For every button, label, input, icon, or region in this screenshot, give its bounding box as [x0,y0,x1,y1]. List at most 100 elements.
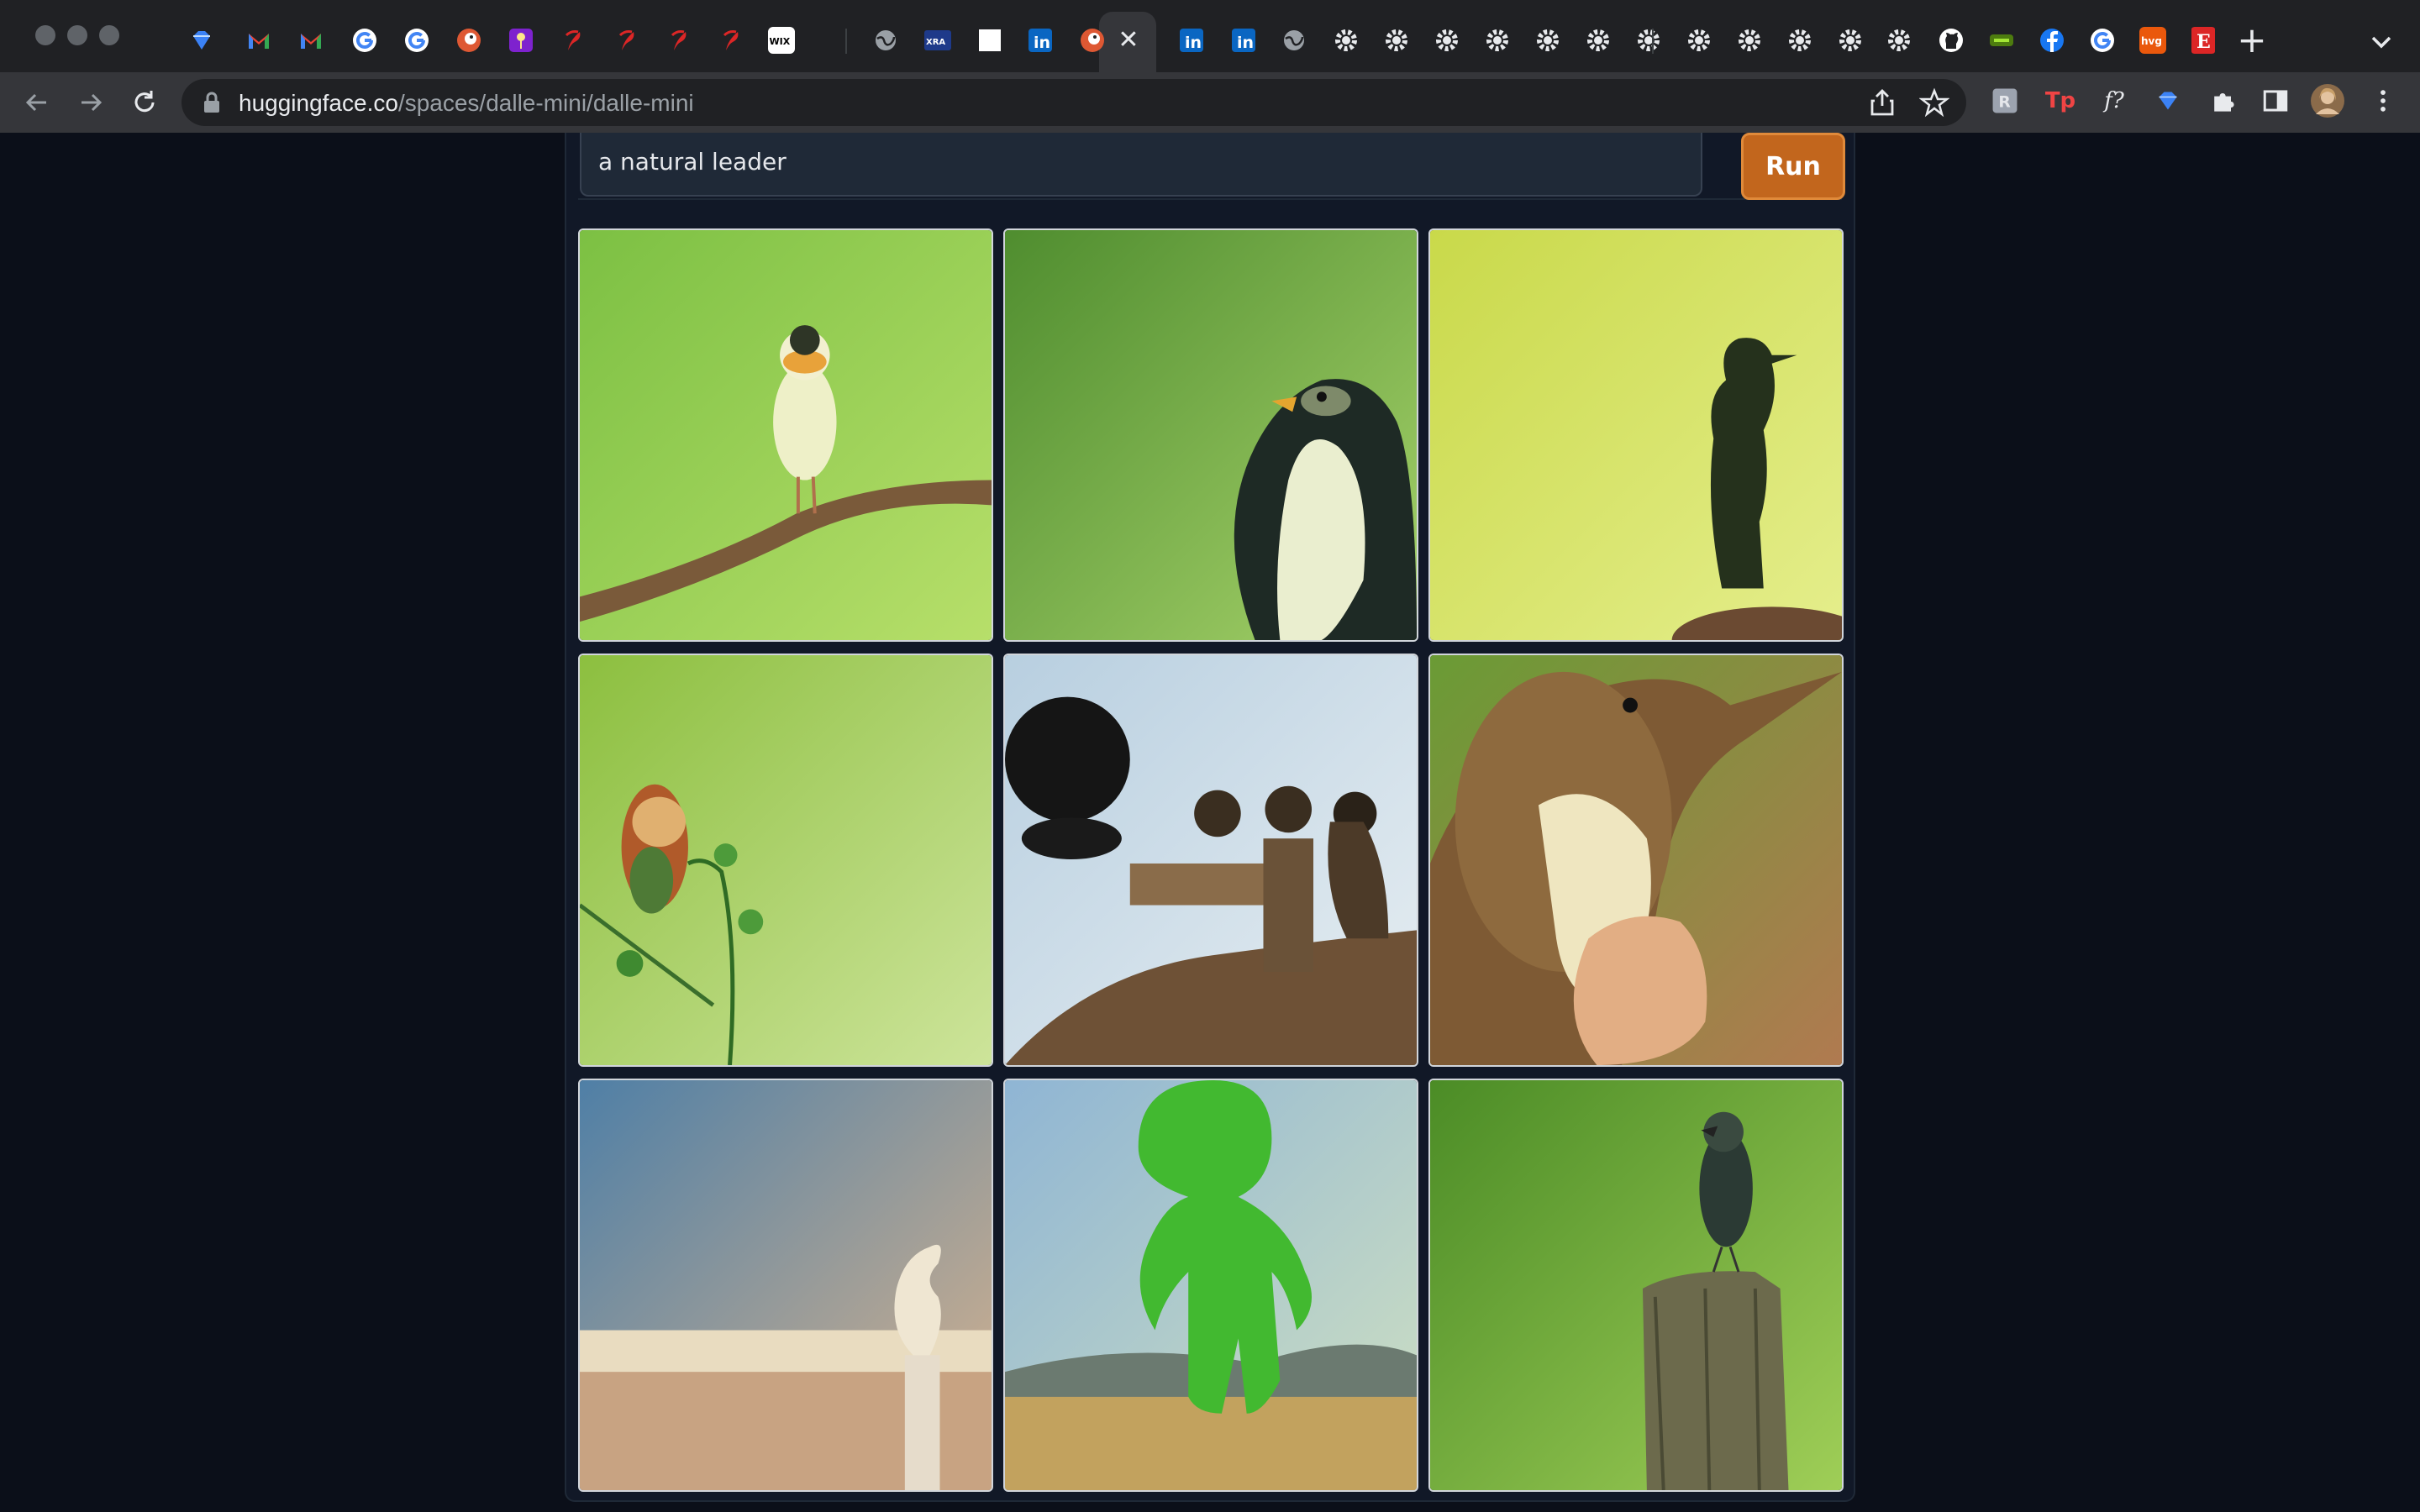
arrow-right-icon [82,93,103,112]
results-gallery [578,228,1845,1492]
gear-icon[interactable] [1686,27,1712,54]
google-icon[interactable] [2089,27,2116,54]
globe-icon[interactable] [872,27,899,54]
close-tab-icon[interactable]: ✕ [1114,25,1143,55]
gear-icon[interactable] [1383,27,1410,54]
red-feather-icon[interactable] [718,27,744,54]
purple-app-icon[interactable] [508,27,534,54]
red-feather-icon[interactable] [560,27,587,54]
bookmark-star-icon[interactable] [1919,87,1949,118]
gear-icon[interactable] [1635,27,1662,54]
linkedin-icon[interactable]: in [1027,27,1054,54]
run-button[interactable]: Run [1741,133,1845,200]
address-bar[interactable]: huggingface.co/spaces/dalle-mini/dalle-m… [182,79,1966,126]
gear-icon[interactable] [1484,27,1511,54]
generated-image[interactable] [1428,654,1844,1067]
green-badge-icon[interactable] [1988,27,2015,54]
gmail-icon[interactable] [245,27,272,54]
generated-image[interactable] [1428,228,1844,642]
generated-image[interactable] [1003,228,1418,642]
side-panel-icon [2263,90,2288,112]
new-tab-button[interactable]: + [2235,23,2269,58]
tab-search-button[interactable] [2365,25,2398,59]
generated-image[interactable] [578,228,993,642]
share-icon[interactable] [1867,87,1897,118]
generated-image-graphic [1430,655,1842,1065]
huggingface-icon[interactable] [1079,27,1106,54]
gear-icon[interactable] [1837,27,1864,54]
hvg-icon[interactable]: hvg [2139,27,2166,54]
red-feather-icon[interactable] [613,27,640,54]
gmail-icon[interactable] [297,27,324,54]
gear-icon[interactable] [1333,27,1360,54]
puzzle-icon [2214,93,2234,112]
generated-image[interactable] [1003,654,1418,1067]
extensions-puzzle-button[interactable] [2207,84,2240,118]
avatar-icon [2311,84,2344,118]
minimize-window-button[interactable] [67,25,87,45]
generated-image[interactable] [1003,1079,1418,1492]
etsy-icon[interactable]: E [2190,27,2217,54]
reload-icon [134,91,155,113]
reload-button[interactable] [126,84,163,121]
svg-text:XRA: XRA [926,38,945,47]
xra-icon[interactable]: XRA [924,27,951,54]
generated-image[interactable] [578,654,993,1067]
linkedin-icon[interactable]: in [1178,27,1205,54]
font-query-icon[interactable]: f? [2097,84,2131,118]
profile-avatar[interactable] [2311,84,2344,118]
prompt-input[interactable]: a natural leader [580,133,1702,197]
forward-button[interactable] [72,84,109,121]
maximize-window-button[interactable] [99,25,119,45]
generated-image-graphic [580,230,992,640]
svg-text:E: E [2196,31,2211,53]
svg-text:in: in [1185,34,1202,52]
gear-icon[interactable] [1786,27,1813,54]
tp-icon[interactable]: Tp [2044,84,2077,118]
side-panel-button[interactable] [2259,84,2292,118]
red-feather-icon[interactable] [666,27,692,54]
sketch-diamond-icon[interactable] [2151,84,2185,118]
url-host: huggingface.co [239,90,398,116]
gear-icon[interactable] [1736,27,1763,54]
tab-strip: ✕ WIX XRA in in in hvg E + [0,0,2420,84]
close-window-button[interactable] [35,25,55,45]
generated-image-graphic [580,655,992,1065]
gear-icon[interactable] [1585,27,1612,54]
linkedin-icon[interactable]: in [1230,27,1257,54]
lock-icon[interactable] [202,91,222,114]
gear-icon[interactable] [1886,27,1912,54]
google-icon[interactable] [351,27,378,54]
generated-image-graphic [1430,230,1842,640]
gear-icon[interactable] [1434,27,1460,54]
wix-icon[interactable]: WIX [768,27,795,54]
facebook-icon[interactable] [2039,27,2065,54]
generated-image-graphic [1430,1080,1842,1490]
globe-icon[interactable] [1281,27,1307,54]
google-icon[interactable] [403,27,430,54]
svg-text:hvg: hvg [2141,35,2162,47]
chevron-down-icon [2371,36,2391,49]
generated-image[interactable] [1428,1079,1844,1492]
generated-image-graphic [1005,230,1417,640]
back-button[interactable] [18,84,55,121]
generated-image-graphic [580,1080,992,1490]
generated-image[interactable] [578,1079,993,1492]
browser-menu-button[interactable] [2366,84,2400,118]
kebab-menu-icon [2381,90,2386,112]
duckduckgo-icon[interactable] [455,27,482,54]
dalle-mini-app: a natural leader Run [565,133,1855,1502]
github-icon[interactable] [1938,27,1965,54]
url-path: /spaces/dalle-mini/dalle-mini [397,90,694,116]
tab-separator [845,29,847,54]
svg-text:R: R [1998,94,2011,112]
arrow-left-icon [25,93,46,112]
readwise-icon[interactable]: R [1988,84,2022,118]
sketch-diamond-icon[interactable] [188,27,215,54]
generated-image-graphic [1005,1080,1417,1490]
tab-separator [1652,29,1654,54]
blank-page-icon[interactable] [976,27,1003,54]
url-text[interactable]: huggingface.co/spaces/dalle-mini/dalle-m… [239,91,694,116]
gear-icon[interactable] [1534,27,1561,54]
svg-text:in: in [1034,34,1050,52]
